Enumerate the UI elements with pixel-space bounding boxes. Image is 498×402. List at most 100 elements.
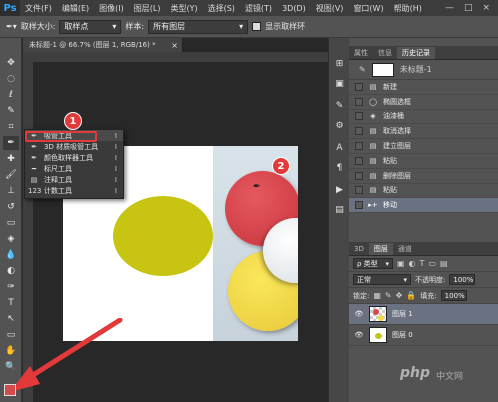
sample-select[interactable]: 所有图层 ▾	[148, 19, 249, 34]
eyedropper-tool-icon[interactable]: ✒	[3, 136, 19, 150]
paragraph-panel-icon[interactable]: ¶	[332, 162, 347, 175]
history-item[interactable]: ▤ 粘贴	[349, 184, 498, 199]
history-snapshot[interactable]: ✎ 未标题-1	[349, 60, 498, 80]
tab-layers[interactable]: 图层	[368, 243, 393, 255]
filter-shape-icon[interactable]: ▭	[428, 259, 436, 268]
tab-3d[interactable]: 3D	[349, 243, 369, 255]
filter-type-icon[interactable]: T	[420, 259, 425, 268]
history-item[interactable]: ◯ 椭圆选框	[349, 95, 498, 110]
filter-smart-icon[interactable]: ▤	[440, 259, 448, 268]
document-tab[interactable]: 未标题-1 @ 66.7% (图层 1, RGB/16) * ×	[23, 38, 183, 52]
layer-kind-filter[interactable]: ρ 类型 ▾	[353, 258, 393, 269]
lock-position-icon[interactable]: ✥	[396, 291, 403, 300]
paint-bucket-tool-icon[interactable]: ◈	[3, 232, 19, 246]
lock-fill-row: 锁定: ▦ ✎ ✥ 🔒 填充: 100%	[349, 288, 498, 304]
history-item[interactable]: ▤ 粘贴	[349, 154, 498, 169]
show-ring-label: 显示取样环	[265, 22, 306, 31]
dodge-tool-icon[interactable]: ◐	[3, 264, 19, 278]
menu-file[interactable]: 文件(F)	[20, 3, 57, 14]
menu-view[interactable]: 视图(V)	[311, 3, 349, 14]
menu-edit[interactable]: 编辑(E)	[57, 3, 94, 14]
clone-source-icon[interactable]: ⚙	[332, 120, 347, 133]
eye-icon[interactable]: 👁	[354, 310, 364, 318]
blend-opacity-row: 正常 ▾ 不透明度: 100%	[349, 272, 498, 288]
menu-filter[interactable]: 滤镜(T)	[240, 3, 277, 14]
menu-type[interactable]: 类型(Y)	[165, 3, 202, 14]
chevron-down-icon: ▾	[385, 259, 389, 268]
annotation-arrow	[10, 318, 123, 392]
pen-tool-icon[interactable]: ✑	[3, 280, 19, 294]
show-ring-checkbox[interactable]	[252, 22, 262, 31]
history-brush-source-box	[355, 171, 363, 180]
history-item[interactable]: ▸+ 移动	[349, 198, 498, 214]
photoshop-logo: Ps	[0, 0, 20, 16]
sample-size-select[interactable]: 取样点 ▾	[59, 19, 122, 34]
layer-row-1[interactable]: 👁 图层 1	[349, 304, 498, 325]
lock-all-icon[interactable]: 🔒	[406, 291, 416, 300]
history-panel-icon[interactable]: ⊞	[332, 58, 347, 71]
lock-transparency-icon[interactable]: ▦	[373, 291, 381, 300]
history-item[interactable]: ▤ 新建	[349, 80, 498, 95]
history-item-label: 椭圆选框	[383, 97, 411, 106]
minimize-button[interactable]: —	[445, 3, 454, 13]
opacity-label: 不透明度:	[415, 275, 446, 284]
crop-tool-icon[interactable]: ⌗	[3, 120, 19, 134]
quick-select-tool-icon[interactable]: ✎	[3, 104, 19, 118]
menu-window[interactable]: 窗口(W)	[348, 3, 388, 14]
type-tool-icon[interactable]: T	[3, 296, 19, 310]
history-brush-source-box	[355, 186, 363, 195]
history-brush-tool-icon[interactable]: ↺	[3, 200, 19, 214]
php-watermark-cn: 中文网	[436, 372, 464, 382]
history-item[interactable]: ◈ 油漆桶	[349, 110, 498, 125]
lock-pixels-icon[interactable]: ✎	[385, 291, 392, 300]
history-item[interactable]: ▤ 删除图层	[349, 169, 498, 184]
menu-3d[interactable]: 3D(D)	[277, 4, 311, 13]
menu-help[interactable]: 帮助(H)	[389, 3, 427, 14]
actions-panel-icon[interactable]: ▶	[332, 184, 347, 197]
flyout-item-color-sampler[interactable]: ✒ 颜色取样器工具 I	[25, 152, 123, 163]
tab-properties[interactable]: 属性	[349, 47, 373, 59]
adjustments-icon[interactable]: ▣	[332, 78, 347, 91]
layers-panel-tabs: 3D 图层 通道	[349, 242, 498, 256]
fill-input[interactable]: 100%	[440, 290, 467, 301]
tool-presets-icon[interactable]: ▤	[332, 204, 347, 217]
brush-tool-icon[interactable]: 🖌	[3, 168, 19, 182]
brush-panel-icon[interactable]: ✎	[332, 100, 347, 113]
healing-brush-tool-icon[interactable]: ✚	[3, 152, 19, 166]
flyout-item-3d-material-eyedropper[interactable]: ✒ 3D 材质吸管工具 I	[25, 141, 123, 152]
tab-history[interactable]: 历史记录	[397, 47, 435, 59]
circles-photo-layer: ✒	[213, 146, 298, 341]
options-bar: ✒▾ 取样大小: 取样点 ▾ 样本: 所有图层 ▾ 显示取样环	[0, 16, 498, 38]
lasso-tool-icon[interactable]: ℓ	[3, 88, 19, 102]
menu-select[interactable]: 选择(S)	[203, 3, 240, 14]
close-icon[interactable]: ×	[171, 41, 178, 50]
character-panel-icon[interactable]: A	[332, 142, 347, 155]
tab-channels[interactable]: 通道	[393, 243, 417, 255]
eyedropper-preset-icon[interactable]: ✒▾	[6, 22, 17, 31]
history-brush-source-box	[355, 97, 363, 106]
marquee-tool-icon[interactable]: ◌	[3, 72, 19, 86]
menu-layer[interactable]: 图层(L)	[129, 3, 166, 14]
menu-image[interactable]: 图像(I)	[94, 3, 129, 14]
foreground-color-swatch[interactable]	[4, 384, 16, 396]
history-item[interactable]: ▤ 建立图层	[349, 139, 498, 154]
layer-row-0[interactable]: 👁 图层 0	[349, 325, 498, 346]
eye-icon[interactable]: 👁	[354, 331, 364, 339]
3d-eyedropper-icon: ✒	[31, 142, 37, 151]
flyout-item-note[interactable]: ▤ 注释工具 I	[25, 174, 123, 185]
close-window-button[interactable]: ×	[482, 3, 490, 13]
right-panel-dock: 属性 信息 历史记录 ✎ 未标题-1 ▤ 新建 ◯ 椭圆选框 ◈ 油漆桶 ▤ 取消选择 …	[349, 38, 498, 402]
move-tool-icon[interactable]: ✥	[3, 56, 19, 70]
maximize-button[interactable]: □	[464, 3, 473, 13]
clone-stamp-tool-icon[interactable]: ⊥	[3, 184, 19, 198]
filter-adjust-icon[interactable]: ◐	[409, 259, 416, 268]
tab-info[interactable]: 信息	[373, 47, 397, 59]
flyout-item-count[interactable]: 123 计数工具 I	[25, 185, 123, 196]
opacity-input[interactable]: 100%	[449, 274, 476, 285]
flyout-item-ruler[interactable]: ━ 标尺工具 I	[25, 163, 123, 174]
history-item[interactable]: ▤ 取消选择	[349, 124, 498, 140]
eraser-tool-icon[interactable]: ▭	[3, 216, 19, 230]
blur-tool-icon[interactable]: 💧	[3, 248, 19, 262]
blend-mode-select[interactable]: 正常 ▾	[353, 274, 411, 285]
filter-pixel-icon[interactable]: ▣	[397, 259, 405, 268]
